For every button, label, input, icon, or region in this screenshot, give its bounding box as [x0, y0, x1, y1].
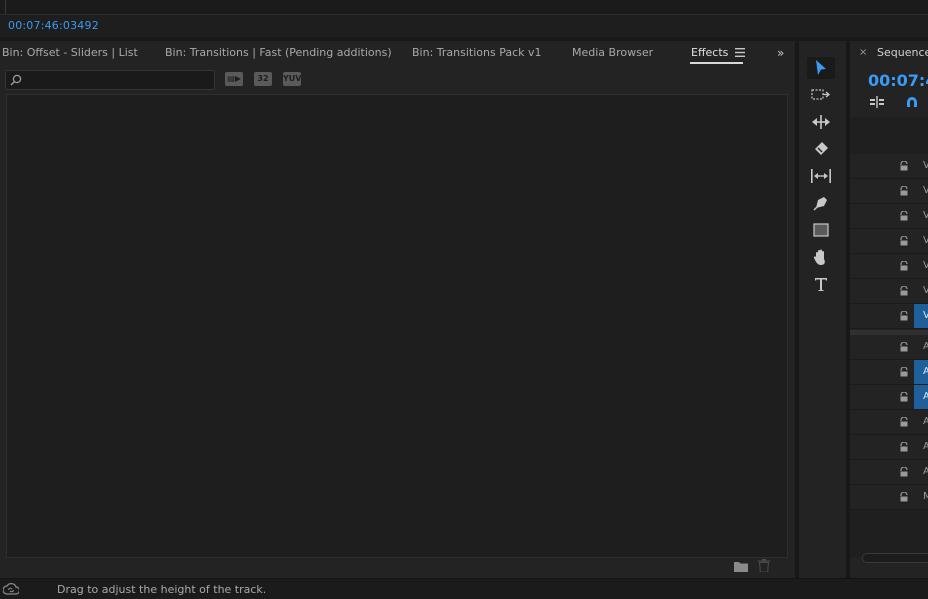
tab-effects[interactable]: Effects: [691, 46, 728, 59]
track-header[interactable]: A: [850, 435, 928, 460]
track-name[interactable]: V: [914, 179, 928, 203]
track-header[interactable]: A: [850, 460, 928, 485]
razor-tool-button[interactable]: [807, 138, 835, 160]
creative-cloud-icon[interactable]: [3, 582, 19, 596]
snap-magnet-icon[interactable]: [906, 96, 918, 108]
lock-icon[interactable]: [899, 311, 909, 321]
insert-nest-icon[interactable]: [870, 96, 884, 108]
track-header[interactable]: A: [850, 410, 928, 435]
top-strip: [0, 0, 928, 15]
track-name[interactable]: V: [914, 154, 928, 178]
active-tab-indicator: [690, 62, 743, 64]
hand-icon: [813, 249, 825, 265]
new-bin-icon[interactable]: [734, 561, 748, 572]
close-tab-icon[interactable]: ×: [859, 47, 867, 58]
track-header[interactable]: V: [850, 304, 928, 329]
lock-icon[interactable]: [899, 442, 909, 452]
accelerated-effects-filter-button[interactable]: ▤▶: [225, 72, 243, 86]
tab-bin-transitions-fast[interactable]: Bin: Transitions | Fast (Pending additio…: [165, 46, 392, 59]
lock-icon[interactable]: [899, 342, 909, 352]
track-name[interactable]: V: [914, 229, 928, 253]
track-name[interactable]: V: [914, 204, 928, 228]
tab-media-browser[interactable]: Media Browser: [572, 46, 653, 59]
lock-icon[interactable]: [899, 161, 909, 171]
razor-icon: [815, 142, 828, 155]
type-icon: [815, 278, 827, 291]
panel-tab-bar: Bin: Offset - Sliders | List Bin: Transi…: [0, 41, 795, 65]
track-name[interactable]: V: [914, 304, 928, 328]
track-header[interactable]: V: [850, 204, 928, 229]
tab-overflow-icon[interactable]: »: [777, 46, 784, 60]
track-select-forward-tool-button[interactable]: [807, 84, 835, 106]
track-header[interactable]: V: [850, 254, 928, 279]
timeline-panel: × Sequence 0 00:07:46 VVVVVVVAAAAAAM: [850, 41, 928, 578]
tools-panel: [799, 41, 847, 578]
search-icon: [10, 74, 22, 86]
track-header[interactable]: V: [850, 179, 928, 204]
horizontal-scrollbar[interactable]: [862, 553, 928, 563]
track-header[interactable]: V: [850, 229, 928, 254]
effects-list[interactable]: [6, 94, 788, 558]
track-name[interactable]: A: [914, 435, 928, 459]
status-bar: Drag to adjust the height of the track.: [0, 578, 928, 599]
track-name[interactable]: V: [914, 279, 928, 303]
search-box[interactable]: [5, 70, 215, 90]
hand-tool-button[interactable]: [807, 246, 835, 268]
rectangle-icon: [813, 223, 829, 237]
lock-icon[interactable]: [899, 261, 909, 271]
track-header[interactable]: A: [850, 335, 928, 360]
track-header[interactable]: V: [850, 154, 928, 179]
panel-menu-icon[interactable]: [735, 48, 745, 57]
effects-search-input[interactable]: [28, 71, 210, 89]
type-tool-button[interactable]: [807, 273, 835, 295]
track-name[interactable]: A: [914, 385, 928, 409]
ripple-edit-icon: [812, 115, 830, 129]
lock-icon[interactable]: [899, 367, 909, 377]
track-header[interactable]: A: [850, 360, 928, 385]
tab-sequence[interactable]: Sequence 0: [877, 46, 928, 59]
lock-icon[interactable]: [899, 286, 909, 296]
slip-icon: [811, 169, 831, 183]
tab-bin-transitions-pack[interactable]: Bin: Transitions Pack v1: [412, 46, 542, 59]
lock-icon[interactable]: [899, 236, 909, 246]
timecode-bar: 00:07:46:03492: [0, 15, 928, 38]
slip-tool-button[interactable]: [807, 165, 835, 187]
trash-icon[interactable]: [758, 559, 770, 572]
timeline-empty-area: [850, 510, 928, 557]
track-select-icon: [811, 89, 831, 100]
track-name[interactable]: M: [914, 485, 928, 509]
ripple-edit-tool-button[interactable]: [807, 111, 835, 133]
lock-icon[interactable]: [899, 492, 909, 502]
track-name[interactable]: A: [914, 460, 928, 484]
track-header[interactable]: V: [850, 279, 928, 304]
track-name[interactable]: A: [914, 335, 928, 359]
track-header[interactable]: M: [850, 485, 928, 510]
playhead-timecode[interactable]: 00:07:46:03492: [8, 19, 99, 32]
time-ruler[interactable]: [850, 117, 928, 154]
selection-tool-button[interactable]: [807, 57, 835, 79]
tab-bin-offset-sliders[interactable]: Bin: Offset - Sliders | List: [2, 46, 138, 59]
pen-icon: [813, 197, 827, 211]
lock-icon[interactable]: [899, 211, 909, 221]
pen-tool-button[interactable]: [807, 192, 835, 214]
track-name[interactable]: V: [914, 254, 928, 278]
lock-icon[interactable]: [899, 467, 909, 477]
yuv-filter-button[interactable]: YUV: [283, 72, 301, 86]
status-message: Drag to adjust the height of the track.: [57, 583, 267, 596]
lock-icon[interactable]: [899, 186, 909, 196]
effects-panel: Bin: Offset - Sliders | List Bin: Transi…: [0, 41, 795, 578]
track-name[interactable]: A: [914, 360, 928, 384]
lock-icon[interactable]: [899, 417, 909, 427]
32-bit-color-filter-button[interactable]: 32: [254, 72, 272, 86]
sequence-timecode[interactable]: 00:07:46: [868, 71, 928, 90]
track-header[interactable]: A: [850, 385, 928, 410]
track-name[interactable]: A: [914, 410, 928, 434]
video-audio-separator[interactable]: [850, 330, 928, 335]
rectangle-tool-button[interactable]: [807, 219, 835, 241]
selection-arrow-icon: [816, 60, 826, 75]
lock-icon[interactable]: [899, 392, 909, 402]
